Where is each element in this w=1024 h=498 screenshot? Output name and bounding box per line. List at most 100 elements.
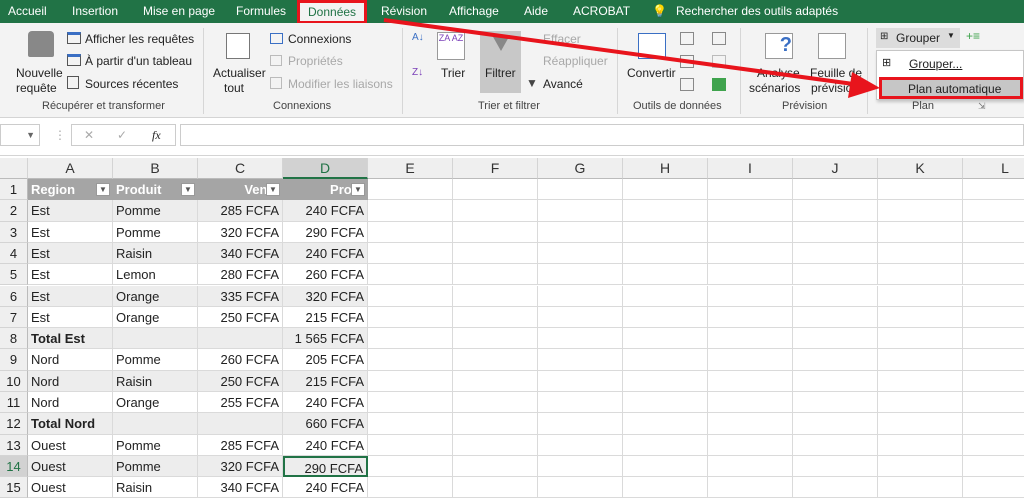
table-cell[interactable]: 280 FCFA [198,264,283,286]
empty-cell[interactable] [878,477,963,498]
properties-button[interactable]: Propriétés [288,54,343,68]
connections-button[interactable]: Connexions [288,32,351,46]
empty-cell[interactable] [453,306,538,329]
drag-handle[interactable]: ⋮ [54,128,66,142]
empty-cell[interactable] [453,349,538,371]
table-cell[interactable]: Est [28,200,113,222]
empty-cell[interactable] [708,328,793,350]
fx-icon[interactable]: fx [152,128,161,143]
sort-desc-icon[interactable]: Z↓ [412,67,423,78]
empty-cell[interactable] [793,413,878,435]
tab-accueil[interactable]: Accueil [8,4,47,18]
table-cell[interactable]: Nord [28,349,113,371]
filter-dropdown-icon[interactable]: ▼ [96,183,110,196]
table-cell[interactable]: 290 FCFA [283,455,368,478]
empty-cell[interactable] [623,200,708,222]
table-cell[interactable]: Pomme [113,200,198,222]
empty-cell[interactable] [538,200,623,222]
empty-cell[interactable] [878,413,963,435]
empty-cell[interactable] [368,370,453,392]
empty-cell[interactable] [368,434,453,456]
table-cell[interactable] [113,328,198,350]
empty-cell[interactable] [538,392,623,414]
empty-cell[interactable] [453,413,538,435]
empty-cell[interactable] [453,392,538,414]
table-cell[interactable]: 215 FCFA [283,306,368,329]
sort-button[interactable]: Trier [441,66,465,80]
empty-cell[interactable] [623,264,708,286]
tab-affichage[interactable]: Affichage [449,4,499,18]
empty-cell[interactable] [708,285,793,307]
table-cell[interactable]: 290 FCFA [283,221,368,243]
empty-cell[interactable] [538,455,623,478]
table-cell[interactable]: Total Nord [28,413,113,435]
confirm-icon[interactable]: ✓ [117,128,127,142]
row-header[interactable]: 15 [0,477,28,498]
table-cell[interactable]: 340 FCFA [198,477,283,498]
relationships-icon[interactable] [712,55,726,68]
empty-cell[interactable] [453,434,538,456]
filter-dropdown-icon[interactable]: ▼ [181,183,195,196]
empty-cell[interactable] [963,413,1024,435]
empty-cell[interactable] [623,306,708,329]
select-all-corner[interactable] [0,158,28,179]
empty-cell[interactable] [708,477,793,498]
empty-cell[interactable] [963,222,1024,243]
table-cell[interactable]: 240 FCFA [283,392,368,414]
empty-cell[interactable] [708,370,793,392]
table-cell[interactable]: 285 FCFA [198,434,283,456]
empty-cell[interactable] [623,392,708,414]
empty-cell[interactable] [453,221,538,243]
empty-cell[interactable] [623,285,708,307]
column-header-G[interactable]: G [538,158,623,179]
empty-cell[interactable] [623,434,708,456]
refresh-all-button[interactable]: Actualiser [213,66,266,80]
column-header-H[interactable]: H [623,158,708,179]
what-if-button[interactable]: Analyse [757,66,800,80]
row-header[interactable]: 13 [0,434,28,456]
empty-cell[interactable] [623,179,708,201]
show-queries-button[interactable]: Afficher les requêtes [85,32,194,46]
empty-cell[interactable] [538,434,623,456]
table-cell[interactable]: 320 FCFA [283,285,368,307]
empty-cell[interactable] [878,179,963,201]
empty-cell[interactable] [963,456,1024,478]
row-header[interactable]: 11 [0,392,28,414]
menu-item-grouper[interactable]: Grouper... [909,57,962,71]
row-header[interactable]: 12 [0,413,28,435]
table-cell[interactable]: Raisin [113,242,198,265]
empty-cell[interactable] [453,455,538,478]
empty-cell[interactable] [878,285,963,307]
empty-cell[interactable] [878,392,963,414]
empty-cell[interactable] [453,179,538,201]
empty-cell[interactable] [538,477,623,498]
table-cell[interactable]: Nord [28,370,113,392]
empty-cell[interactable] [623,242,708,265]
table-cell[interactable]: 1 565 FCFA [283,328,368,350]
new-query-button[interactable]: Nouvelle [16,66,63,80]
empty-cell[interactable] [623,349,708,371]
empty-cell[interactable] [368,200,453,222]
column-header-E[interactable]: E [368,158,453,179]
table-cell[interactable]: 240 FCFA [283,434,368,456]
table-cell[interactable]: Pomme [113,455,198,478]
tab-mise-en-page[interactable]: Mise en page [143,4,215,18]
clear-button[interactable]: Effacer [543,32,581,46]
empty-cell[interactable] [623,455,708,478]
empty-cell[interactable] [623,221,708,243]
column-header-F[interactable]: F [453,158,538,179]
table-cell[interactable]: Est [28,285,113,307]
empty-cell[interactable] [963,286,1024,307]
empty-cell[interactable] [538,370,623,392]
table-cell[interactable] [198,328,283,350]
empty-cell[interactable] [623,413,708,435]
row-header[interactable]: 8 [0,328,28,350]
column-header-I[interactable]: I [708,158,793,179]
table-cell[interactable]: Raisin [113,370,198,392]
table-cell[interactable]: Est [28,264,113,286]
tab-aide[interactable]: Aide [524,4,548,18]
empty-cell[interactable] [538,328,623,350]
table-cell[interactable]: 240 FCFA [283,477,368,498]
new-query-button-2[interactable]: requête [16,81,57,95]
empty-cell[interactable] [708,242,793,265]
